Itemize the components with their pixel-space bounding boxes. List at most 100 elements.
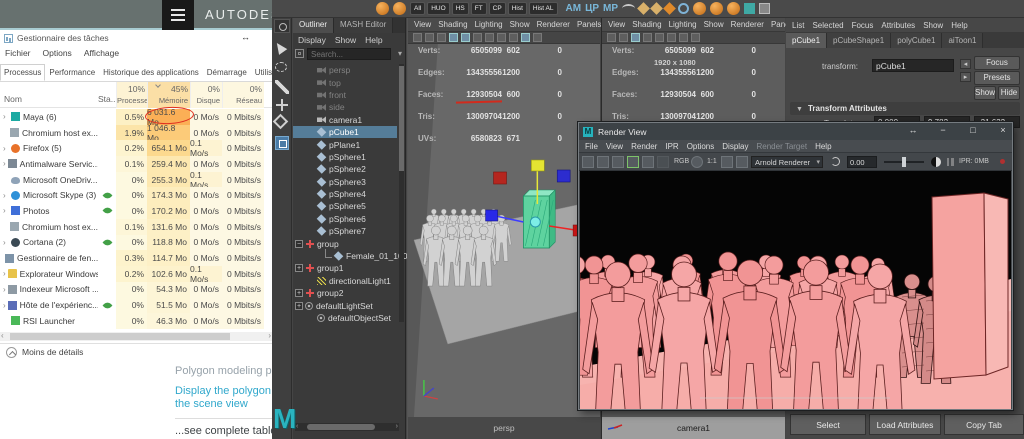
expander-icon[interactable]	[307, 79, 315, 87]
tab[interactable]: Démarrage	[203, 64, 251, 81]
refresh-icon[interactable]	[831, 157, 840, 166]
outliner-item[interactable]: pSphere4	[293, 188, 397, 200]
menu-item[interactable]: Shading	[632, 20, 661, 29]
render-icon[interactable]	[582, 156, 594, 168]
expander-icon[interactable]	[307, 314, 315, 322]
menu-item[interactable]: Attributes	[881, 21, 915, 30]
shelf-script-icon[interactable]: AM	[566, 3, 582, 14]
ipr-render-icon[interactable]	[627, 156, 639, 168]
outliner-item[interactable]: persp	[293, 64, 397, 76]
outliner-item[interactable]: + group1	[293, 262, 397, 274]
expander-icon[interactable]	[307, 165, 315, 173]
table-row[interactable]: Gestionnaire de fen... 0.3% 114.7 Mo 0 M…	[0, 250, 272, 266]
expander-icon[interactable]	[307, 128, 315, 136]
outliner-item[interactable]: pSphere5	[293, 200, 397, 212]
cube-icon[interactable]	[744, 3, 755, 14]
sphere-icon[interactable]	[376, 2, 389, 15]
search-input[interactable]	[307, 48, 391, 60]
outliner-item[interactable]: directionalLight1	[293, 275, 397, 287]
menu-item[interactable]: Lighting	[475, 20, 503, 29]
menu-item[interactable]: View	[414, 20, 431, 29]
panel-tab[interactable]: MASH Editor	[334, 18, 393, 33]
shelf-script-icon[interactable]: MP	[603, 3, 618, 14]
column-header[interactable]: 45%Mémoire	[147, 82, 190, 108]
column-header[interactable]: 0%Réseau	[222, 82, 264, 108]
table-row[interactable]: Chromium host ex... 0.1% 131.6 Mo 0 Mo/s…	[0, 219, 272, 235]
expander-icon[interactable]	[307, 178, 315, 186]
exposure-slider[interactable]	[884, 161, 924, 163]
expander-icon[interactable]	[307, 227, 315, 235]
outliner-item[interactable]: pCube1	[293, 126, 397, 138]
rgb-channel-label[interactable]: RGB	[674, 158, 689, 165]
column-header[interactable]: 10%Processeur	[116, 82, 147, 108]
curve-icon[interactable]	[622, 4, 635, 13]
outliner-item[interactable]: Female_01_100k:Group	[293, 250, 397, 262]
horizontal-scrollbar[interactable]: ‹›	[0, 332, 272, 341]
transform-attributes-section[interactable]: ▼Transform Attributes	[790, 102, 1020, 115]
toolbar-icon[interactable]	[413, 33, 422, 42]
toolbar-icon[interactable]	[449, 33, 458, 42]
expander-icon[interactable]: +	[295, 302, 303, 310]
article-link[interactable]: the scene view	[175, 398, 248, 410]
snapshot-icon[interactable]	[612, 156, 624, 168]
expander-icon[interactable]	[307, 141, 315, 149]
menu-item[interactable]: View	[608, 20, 625, 29]
select-tool-icon[interactable]	[273, 40, 288, 55]
menu-item[interactable]: Panels	[577, 20, 601, 29]
menu-item[interactable]: Options	[687, 142, 715, 151]
table-row[interactable]: ›Photos 0% 170.2 Mo 0 Mo/s 0 Mbits/s	[0, 203, 272, 219]
table-row[interactable]: RSI Launcher 0% 46.3 Mo 0 Mo/s 0 Mbits/s	[0, 313, 272, 329]
table-row[interactable]: ›Indexeur Microsoft ... 0% 54.3 Mo 0 Mo/…	[0, 282, 272, 298]
resize-arrows-icon[interactable]: ↔	[241, 32, 250, 42]
menu-item[interactable]: Display	[722, 142, 748, 151]
table-row[interactable]: ›Antimalware Servic... 0.1% 259.4 Mo 0 M…	[0, 156, 272, 172]
sphere-icon[interactable]	[393, 2, 406, 15]
menu-item[interactable]: Show	[335, 35, 356, 45]
menu-item[interactable]: Show	[923, 21, 943, 30]
arrow-left-icon[interactable]: ◂	[960, 59, 971, 69]
column-header[interactable]: 0%Disque	[190, 82, 222, 108]
outliner-item[interactable]: pSphere7	[293, 225, 397, 237]
toolbar-icon[interactable]	[497, 33, 506, 42]
diamond-icon[interactable]	[637, 2, 650, 15]
lasso-tool-icon[interactable]	[275, 62, 287, 72]
toolbar-icon[interactable]	[667, 33, 676, 42]
table-row[interactable]: ›Cortana (2) 0% 118.8 Mo 0 Mo/s 0 Mbits/…	[0, 235, 272, 251]
menu-item[interactable]: Show	[704, 20, 724, 29]
presets-button[interactable]: Presets	[974, 71, 1020, 85]
tab[interactable]: Processus	[0, 64, 45, 81]
viewport-3d-scene[interactable]	[408, 44, 600, 417]
toolbar-icon[interactable]	[619, 33, 628, 42]
toolbar-icon[interactable]	[509, 33, 518, 42]
horizontal-scrollbar[interactable]: ‹›	[295, 423, 399, 431]
node-tab[interactable]: pCube1	[786, 33, 827, 48]
toolbar-icon[interactable]	[643, 33, 652, 42]
arrow-right-icon[interactable]: ▸	[960, 72, 971, 82]
menu-item[interactable]: Affichage	[84, 48, 119, 58]
menu-item[interactable]: File	[585, 142, 598, 151]
close-icon[interactable]: ×	[996, 125, 1010, 135]
alpha-channel-icon[interactable]	[691, 156, 703, 168]
shelf-button[interactable]: FT	[471, 2, 487, 15]
menu-item[interactable]: Renderer	[731, 20, 764, 29]
table-row[interactable]: Chromium host ex... 1.9% 1 046.8 Mo 0 Mo…	[0, 125, 272, 141]
exposure-field[interactable]	[847, 156, 877, 168]
keep-image-icon[interactable]	[721, 156, 733, 168]
tab[interactable]: Historique des applications	[99, 64, 203, 81]
show-button[interactable]: Show	[974, 86, 996, 100]
renderer-dropdown[interactable]: Arnold Renderer▾	[751, 156, 823, 168]
chevron-down-icon[interactable]: ▾	[398, 49, 402, 58]
diamond-icon[interactable]	[650, 2, 663, 15]
panel-tab[interactable]: Outliner	[293, 18, 334, 33]
toolbar-icon[interactable]	[533, 33, 542, 42]
node-tab[interactable]: pCubeShape1	[827, 33, 891, 48]
outliner-item[interactable]: + defaultLightSet	[293, 299, 397, 311]
toolbar-icon[interactable]	[679, 33, 688, 42]
outliner-item[interactable]: pPlane1	[293, 138, 397, 150]
expander-icon[interactable]	[307, 116, 315, 124]
menu-item[interactable]: IPR	[665, 142, 678, 151]
menu-item[interactable]: View	[606, 142, 623, 151]
vertical-scrollbar[interactable]	[399, 64, 404, 322]
render-view-titlebar[interactable]: M Render View ↔ − □ ×	[579, 123, 1012, 140]
filter-icon[interactable]	[295, 49, 304, 58]
